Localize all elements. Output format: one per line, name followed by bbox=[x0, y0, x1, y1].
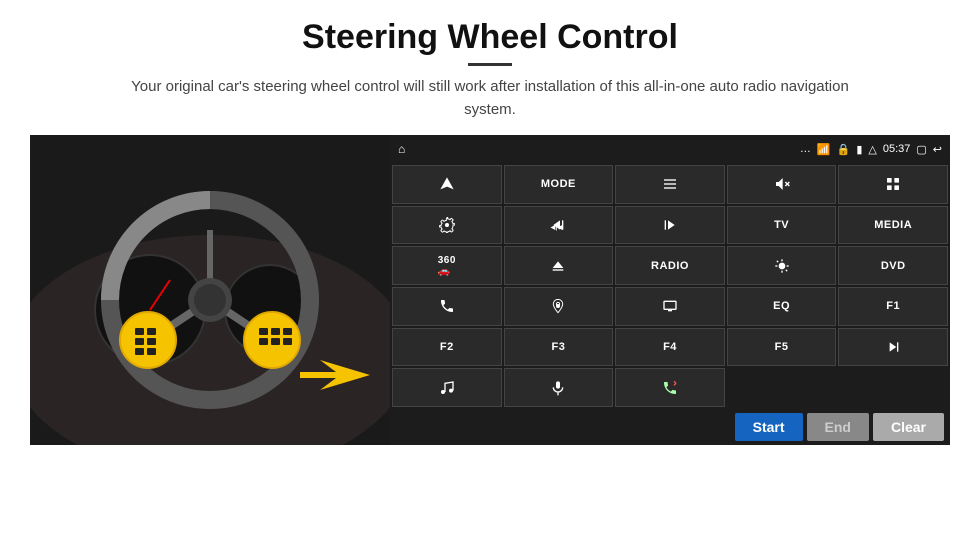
status-bar-left: ⌂ bbox=[398, 142, 405, 156]
time-display: 05:37 bbox=[883, 143, 911, 155]
btn-media[interactable]: MEDIA bbox=[838, 206, 948, 245]
btn-f4[interactable]: F4 bbox=[615, 328, 725, 367]
end-button[interactable]: End bbox=[807, 413, 869, 441]
content-area: ⌂ … 📶 🔒 ▮ △ 05:37 ▢ ↩ bbox=[30, 135, 950, 445]
btn-call[interactable] bbox=[615, 368, 725, 407]
title-divider bbox=[468, 63, 512, 66]
page-container: Steering Wheel Control Your original car… bbox=[0, 0, 980, 544]
btn-phone[interactable] bbox=[392, 287, 502, 326]
btn-settings[interactable] bbox=[392, 206, 502, 245]
btn-music[interactable] bbox=[392, 368, 502, 407]
steering-wheel-image bbox=[30, 135, 390, 445]
start-button[interactable]: Start bbox=[735, 413, 803, 441]
btn-tv[interactable]: TV bbox=[727, 206, 837, 245]
btn-eject[interactable] bbox=[504, 246, 614, 285]
btn-radio[interactable]: RADIO bbox=[615, 246, 725, 285]
action-bar: Start End Clear bbox=[390, 409, 950, 445]
btn-screen[interactable] bbox=[615, 287, 725, 326]
btn-empty1 bbox=[727, 368, 837, 407]
btn-eq[interactable]: EQ bbox=[727, 287, 837, 326]
btn-next[interactable] bbox=[615, 206, 725, 245]
btn-mic[interactable] bbox=[504, 368, 614, 407]
btn-dvd[interactable]: DVD bbox=[838, 246, 948, 285]
home-icon: ⌂ bbox=[398, 142, 405, 156]
page-title: Steering Wheel Control bbox=[302, 18, 678, 57]
btn-playpause[interactable] bbox=[838, 328, 948, 367]
sim-icon: ▮ bbox=[856, 143, 862, 156]
btn-f5[interactable]: F5 bbox=[727, 328, 837, 367]
btn-empty2 bbox=[838, 368, 948, 407]
btn-navigate[interactable] bbox=[392, 165, 502, 204]
btn-gps[interactable] bbox=[504, 287, 614, 326]
btn-prev[interactable]: ◀|◀ bbox=[504, 206, 614, 245]
lock-icon: 🔒 bbox=[837, 143, 851, 156]
svg-text:◀|◀: ◀|◀ bbox=[550, 224, 563, 231]
btn-list[interactable] bbox=[615, 165, 725, 204]
btn-apps[interactable] bbox=[838, 165, 948, 204]
control-panel: ⌂ … 📶 🔒 ▮ △ 05:37 ▢ ↩ bbox=[390, 135, 950, 445]
btn-mute[interactable] bbox=[727, 165, 837, 204]
btn-mode[interactable]: MODE bbox=[504, 165, 614, 204]
btn-brightness[interactable] bbox=[727, 246, 837, 285]
clear-button[interactable]: Clear bbox=[873, 413, 944, 441]
bluetooth-icon: △ bbox=[868, 143, 876, 156]
btn-f3[interactable]: F3 bbox=[504, 328, 614, 367]
status-bar-right: … 📶 🔒 ▮ △ 05:37 ▢ ↩ bbox=[800, 143, 942, 156]
status-bar: ⌂ … 📶 🔒 ▮ △ 05:37 ▢ ↩ bbox=[390, 135, 950, 163]
wifi-icon: … bbox=[800, 143, 811, 155]
window-icon: ▢ bbox=[916, 143, 926, 156]
page-subtitle: Your original car's steering wheel contr… bbox=[130, 76, 850, 121]
back-icon: ↩ bbox=[933, 143, 942, 156]
btn-f2[interactable]: F2 bbox=[392, 328, 502, 367]
btn-f1[interactable]: F1 bbox=[838, 287, 948, 326]
btn-360cam[interactable]: 360🚗 bbox=[392, 246, 502, 285]
wifi-icon2: 📶 bbox=[817, 143, 831, 156]
button-grid: MODE ◀|◀ bbox=[390, 163, 950, 409]
